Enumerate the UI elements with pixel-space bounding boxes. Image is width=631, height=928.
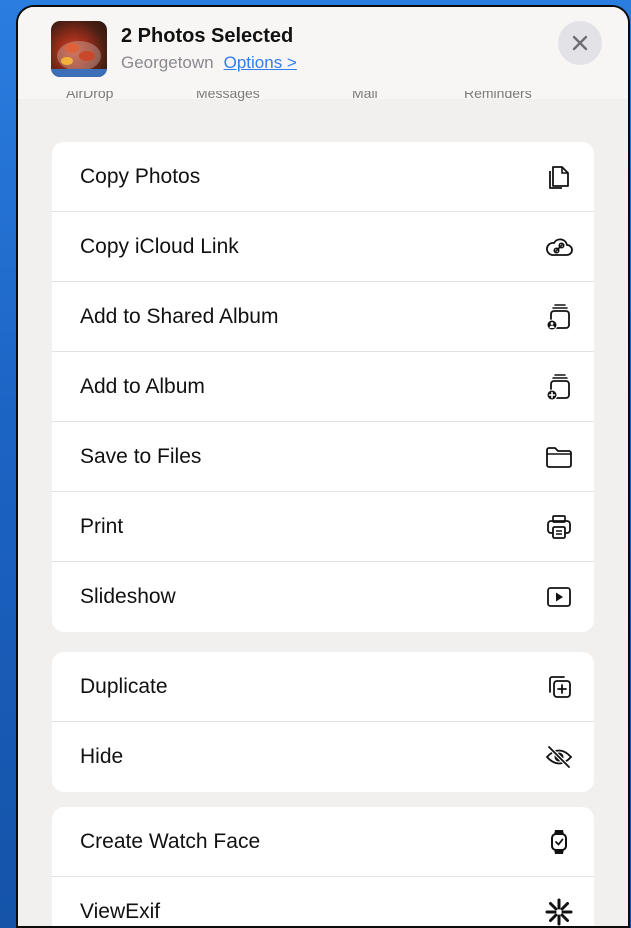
watch-icon [542,825,576,859]
location-label: Georgetown [121,53,214,72]
action-add-to-album[interactable]: Add to Album [52,352,594,422]
selection-title: 2 Photos Selected [121,25,294,47]
selection-subtitle: Georgetown Options > [121,53,297,73]
action-label: Copy Photos [80,164,201,188]
actions-group-primary: Copy Photos Copy iCloud Link Add to Shar… [52,142,594,632]
action-save-to-files[interactable]: Save to Files [52,422,594,492]
action-label: Print [80,514,124,538]
action-label: Save to Files [80,444,202,468]
photo-thumbnail [51,21,107,77]
action-print[interactable]: Print [52,492,594,562]
action-duplicate[interactable]: Duplicate [52,652,594,722]
action-hide[interactable]: Hide [52,722,594,792]
close-icon [572,35,588,51]
action-label: Hide [80,745,124,768]
action-label: Slideshow [80,585,176,608]
close-button[interactable] [558,21,602,65]
actions-group-secondary: Duplicate Hide [52,652,594,792]
cloud-link-icon [542,230,576,264]
action-label: Add to Album [80,374,205,398]
share-target-mail[interactable]: Mail [352,91,378,101]
eye-slash-icon [542,740,576,774]
copy-icon [542,160,576,194]
action-label: Copy iCloud Link [80,234,239,258]
shared-album-icon [542,300,576,334]
action-copy-icloud-link[interactable]: Copy iCloud Link [52,212,594,282]
share-target-airdrop[interactable]: AirDrop [66,91,113,101]
action-slideshow[interactable]: Slideshow [52,562,594,632]
action-label: Create Watch Face [80,829,261,853]
duplicate-icon [542,670,576,704]
printer-icon [542,510,576,544]
action-add-to-shared-album[interactable]: Add to Shared Album [52,282,594,352]
options-link[interactable]: Options > [224,53,297,72]
action-label: ViewExif [80,900,161,923]
share-target-reminders[interactable]: Reminders [464,91,532,101]
asterisk-icon [542,895,576,926]
action-label: Add to Shared Album [80,304,279,328]
add-album-icon [542,370,576,404]
folder-icon [542,440,576,474]
action-viewexif[interactable]: ViewExif [52,877,594,926]
actions-group-extensions: Create Watch Face ViewExif [52,807,594,926]
share-sheet-header: 2 Photos Selected Georgetown Options > [18,7,628,99]
share-target-messages[interactable]: Messages [196,91,260,101]
action-create-watch-face[interactable]: Create Watch Face [52,807,594,877]
share-sheet: 2 Photos Selected Georgetown Options > Ai… [16,5,630,928]
play-icon [542,580,576,614]
share-targets-strip: AirDrop Messages Mail Reminders [18,91,628,105]
action-copy-photos[interactable]: Copy Photos [52,142,594,212]
action-label: Duplicate [80,674,168,698]
